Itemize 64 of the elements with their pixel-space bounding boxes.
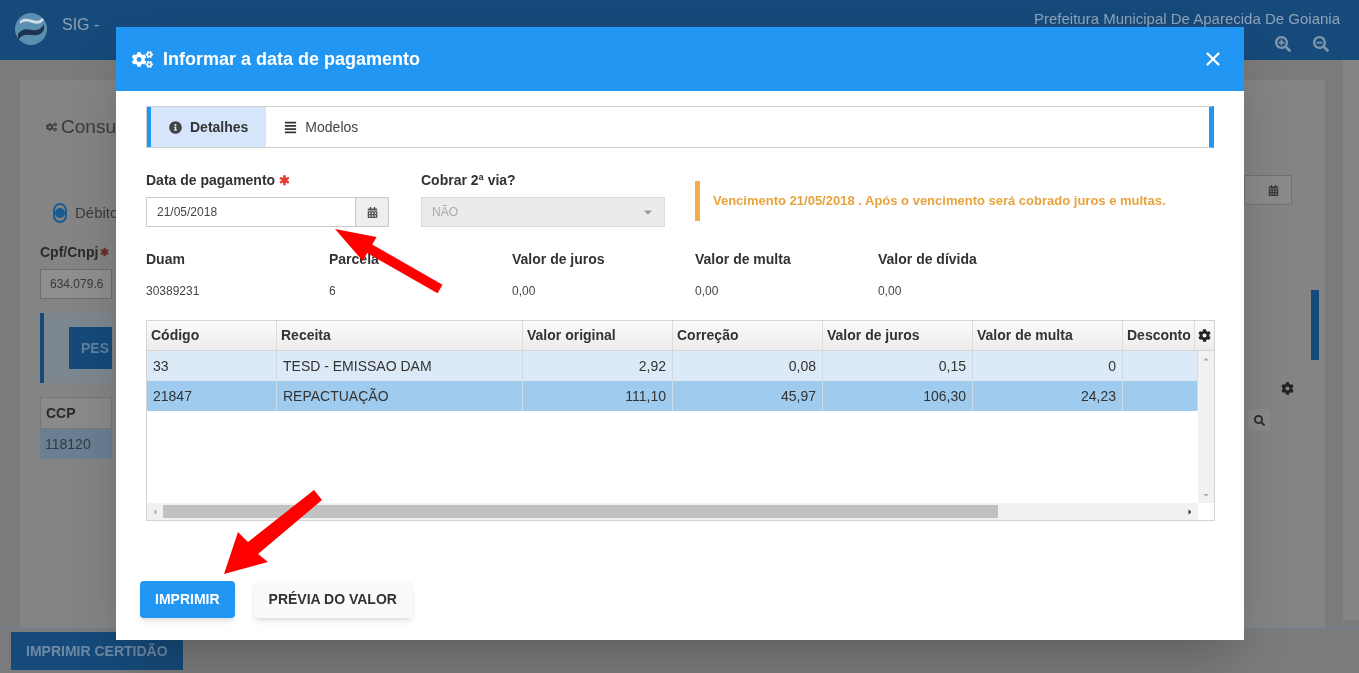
calendar-icon — [366, 206, 378, 218]
scroll-left-icon[interactable] — [151, 507, 159, 516]
page-heading: Consu — [61, 115, 116, 139]
warning-alert: Vencimento 21/05/2018 . Após o vencimento será cobrado juros e multas. — [695, 181, 1166, 221]
page-scrollbar[interactable] — [1343, 60, 1359, 620]
search-icon — [1253, 414, 1265, 426]
summary-label: Valor de dívida — [878, 250, 978, 269]
field-label: Cobrar 2ª via? — [421, 171, 517, 190]
zoom-out-icon[interactable] — [1313, 35, 1329, 52]
table-row[interactable]: 33 TESD - EMISSAO DAM 2,92 0,08 0,15 0 — [147, 351, 1198, 381]
table-cell: 106,30 — [823, 381, 973, 411]
scroll-thumb[interactable] — [163, 505, 998, 518]
table-cell: 111,10 — [523, 381, 673, 411]
radio-button[interactable] — [53, 202, 67, 223]
cpf-field[interactable]: 634.079.6 — [40, 269, 112, 299]
vertical-scrollbar[interactable] — [1198, 351, 1214, 503]
tab[interactable]: Modelos — [266, 107, 377, 147]
required-asterisk: ✱ — [279, 171, 291, 190]
preview-button[interactable]: PRÉVIA DO VALOR — [253, 581, 412, 618]
column-header[interactable]: Código — [147, 321, 277, 350]
required-asterisk: ✱ — [100, 245, 110, 261]
summary-value: 6 — [329, 283, 337, 300]
field-label: Data de pagamento — [146, 171, 276, 190]
app-title: SIG - — [62, 17, 100, 33]
calendar-button[interactable] — [356, 197, 389, 227]
column-header[interactable]: Desconto — [1123, 321, 1195, 350]
column-header[interactable]: Valor de juros — [823, 321, 973, 350]
info-icon — [169, 120, 182, 134]
column-header[interactable]: Receita — [277, 321, 523, 350]
table-row[interactable]: 21847 REPACTUAÇÃO 111,10 45,97 106,30 24,23 — [147, 381, 1198, 411]
table-header-cell: CCP — [40, 397, 112, 429]
scroll-down-icon[interactable] — [1202, 491, 1210, 499]
logo-icon — [14, 12, 48, 46]
field-label: Cpf/Cnpj — [40, 243, 99, 262]
table-cell: 21847 — [147, 381, 277, 411]
column-header[interactable]: Valor de multa — [973, 321, 1123, 350]
zoom-in-icon[interactable] — [1275, 35, 1291, 52]
tab[interactable]: Detalhes — [147, 107, 267, 147]
date-field[interactable]: 21/05/2018 — [146, 197, 356, 227]
gears-icon — [132, 48, 153, 70]
table-cell: REPACTUAÇÃO — [277, 381, 523, 411]
side-panel — [1311, 290, 1319, 360]
table-cell: 45,97 — [673, 381, 823, 411]
summary-label: Valor de juros — [512, 250, 606, 269]
column-header[interactable]: Correção — [673, 321, 823, 350]
horizontal-scrollbar[interactable] — [147, 503, 1198, 520]
summary-label: Valor de multa — [695, 250, 792, 269]
organization-name: Prefeitura Municipal De Aparecida De Goiania — [1034, 9, 1340, 29]
list-icon — [284, 120, 298, 134]
search-icon-button[interactable] — [1248, 409, 1270, 431]
calendar-icon — [1268, 184, 1279, 196]
summary-value: 30389231 — [146, 283, 201, 300]
dialog-title: Informar a data de pagamento — [163, 47, 421, 71]
summary-label: Duam — [146, 250, 186, 269]
calendar-button[interactable] — [1244, 175, 1292, 205]
table-cell: 24,23 — [973, 381, 1123, 411]
scroll-up-icon[interactable] — [1202, 355, 1210, 363]
summary-value: 0,00 — [512, 283, 537, 300]
summary-value: 0,00 — [878, 283, 903, 300]
settings-icon[interactable] — [1281, 382, 1294, 395]
settings-icon — [1198, 329, 1211, 342]
summary-value: 0,00 — [695, 283, 720, 300]
scroll-right-icon[interactable] — [1186, 507, 1194, 516]
column-header[interactable]: Valor original — [523, 321, 673, 350]
